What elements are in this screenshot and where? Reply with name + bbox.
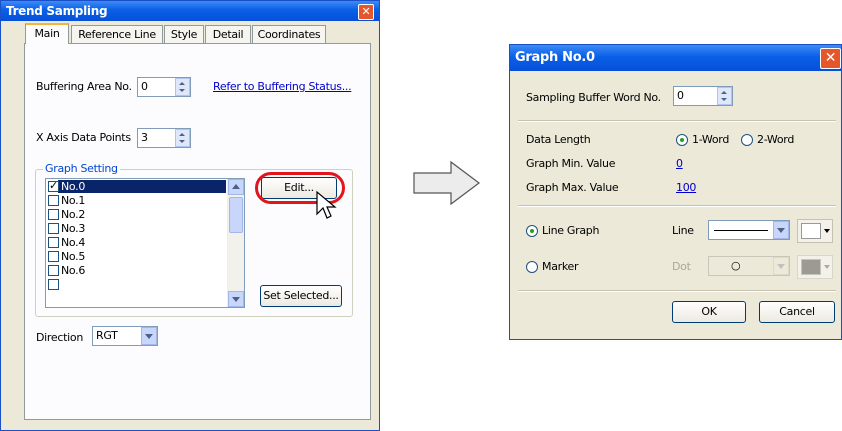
dropdown-arrow-icon	[777, 264, 785, 269]
spin-up-icon[interactable]	[179, 133, 185, 136]
list-item-label: No.0	[61, 180, 86, 193]
window-title: Graph No.0	[515, 50, 595, 65]
radio-1word[interactable]	[676, 134, 688, 146]
dropdown-arrow-icon	[145, 334, 153, 339]
buffering-area-label: Buffering Area No.	[36, 80, 132, 93]
trend-sampling-window: Trend Sampling ✕ Main Reference Line Sty…	[0, 0, 380, 431]
ok-button[interactable]: OK	[672, 301, 746, 323]
sampling-buffer-value: 0	[677, 89, 684, 102]
line-label: Line	[672, 224, 694, 237]
list-item-label: No.1	[61, 194, 86, 207]
tab-reference-line[interactable]: Reference Line	[71, 25, 163, 43]
graph-min-value[interactable]: 0	[676, 157, 683, 170]
checkbox-icon[interactable]	[48, 223, 59, 234]
sampling-buffer-label: Sampling Buffer Word No.	[526, 91, 661, 104]
spin-buttons[interactable]	[175, 129, 190, 147]
arrow-right-icon	[413, 160, 480, 206]
color-swatch	[801, 223, 821, 239]
dot-symbol: ○	[731, 259, 741, 272]
dropdown-button	[773, 257, 789, 275]
set-selected-button[interactable]: Set Selected...	[260, 285, 342, 307]
cancel-button[interactable]: Cancel	[759, 301, 835, 323]
dropdown-arrow-icon	[824, 265, 830, 269]
divider	[518, 205, 836, 207]
x-axis-label: X Axis Data Points	[36, 131, 131, 144]
checkbox-icon[interactable]: ✓	[48, 179, 59, 192]
spin-down-icon[interactable]	[179, 89, 185, 92]
spin-down-icon[interactable]	[721, 98, 727, 101]
dropdown-button[interactable]	[141, 327, 157, 345]
divider	[518, 120, 836, 122]
radio-line-graph[interactable]	[526, 225, 538, 237]
title-bar: Trend Sampling ✕	[1, 1, 379, 21]
radio-1word-label[interactable]: 1-Word	[692, 133, 729, 146]
buffering-area-input[interactable]: 0	[137, 77, 191, 97]
scroll-up-button[interactable]	[228, 179, 244, 195]
buffering-status-link[interactable]: Refer to Buffering Status...	[213, 80, 352, 93]
checkbox-icon[interactable]	[48, 279, 59, 290]
color-swatch	[801, 259, 821, 275]
tab-style[interactable]: Style	[164, 25, 204, 43]
line-style-select[interactable]	[708, 220, 790, 240]
list-item-label: No.3	[61, 222, 86, 235]
checkbox-icon[interactable]	[48, 195, 59, 206]
scroll-down-icon	[232, 297, 240, 302]
graph-max-label: Graph Max. Value	[526, 181, 619, 194]
dropdown-button[interactable]	[773, 221, 789, 239]
spin-buttons[interactable]	[717, 87, 732, 105]
list-item-label: No.4	[61, 236, 86, 249]
direction-value: RGT	[96, 329, 118, 342]
scroll-up-icon	[232, 184, 240, 189]
direction-label: Direction	[36, 331, 83, 344]
list-item-label: No.5	[61, 250, 86, 263]
close-icon[interactable]: ✕	[820, 48, 841, 69]
window-title: Trend Sampling	[6, 4, 108, 18]
checkbox-icon[interactable]	[48, 251, 59, 262]
graph-min-label: Graph Min. Value	[526, 157, 616, 170]
radio-marker[interactable]	[526, 261, 538, 273]
x-axis-value: 3	[141, 131, 148, 144]
marker-label[interactable]: Marker	[542, 260, 579, 273]
divider	[518, 290, 836, 292]
scroll-thumb[interactable]	[229, 197, 243, 233]
scroll-down-button[interactable]	[228, 291, 244, 307]
list-scrollbar[interactable]	[227, 179, 244, 307]
radio-2word-label[interactable]: 2-Word	[757, 133, 794, 146]
list-item-label: No.2	[61, 208, 86, 221]
main-tab-panel: Buffering Area No. 0 Refer to Buffering …	[24, 43, 371, 420]
checkbox-icon[interactable]	[48, 209, 59, 220]
line-graph-label[interactable]: Line Graph	[542, 224, 599, 237]
direction-select[interactable]: RGT	[92, 326, 158, 346]
mouse-cursor-icon	[316, 190, 337, 219]
tab-main[interactable]: Main	[25, 23, 69, 44]
marker-color-button	[797, 255, 833, 279]
dot-label: Dot	[672, 260, 691, 273]
line-color-button[interactable]	[797, 219, 833, 243]
data-length-label: Data Length	[526, 133, 591, 146]
graph-max-value[interactable]: 100	[676, 181, 696, 194]
graph-dialog: Graph No.0 ✕ Sampling Buffer Word No. 0 …	[509, 44, 842, 340]
x-axis-input[interactable]: 3	[137, 128, 191, 148]
sampling-buffer-input[interactable]: 0	[673, 86, 733, 106]
spin-buttons[interactable]	[175, 78, 190, 96]
tab-coordinates[interactable]: Coordinates	[252, 25, 326, 43]
title-bar: Graph No.0 ✕	[510, 45, 841, 71]
radio-2word[interactable]	[741, 134, 753, 146]
tab-detail[interactable]: Detail	[205, 25, 251, 43]
graph-list[interactable]: ✓ No.0 No.1 No.2 No.3 No.4 No.5 No.6	[45, 178, 245, 308]
spin-down-icon[interactable]	[179, 140, 185, 143]
close-icon[interactable]: ✕	[358, 4, 374, 20]
dropdown-arrow-icon	[777, 228, 785, 233]
graph-setting-label: Graph Setting	[43, 162, 120, 175]
checkbox-icon[interactable]	[48, 237, 59, 248]
dot-style-select: ○	[708, 256, 790, 276]
line-style-preview	[714, 230, 768, 231]
buffering-area-value: 0	[141, 80, 148, 93]
spin-up-icon[interactable]	[179, 82, 185, 85]
list-item-label: No.6	[61, 264, 86, 277]
checkbox-icon[interactable]	[48, 265, 59, 276]
dropdown-arrow-icon	[824, 229, 830, 233]
spin-up-icon[interactable]	[721, 91, 727, 94]
